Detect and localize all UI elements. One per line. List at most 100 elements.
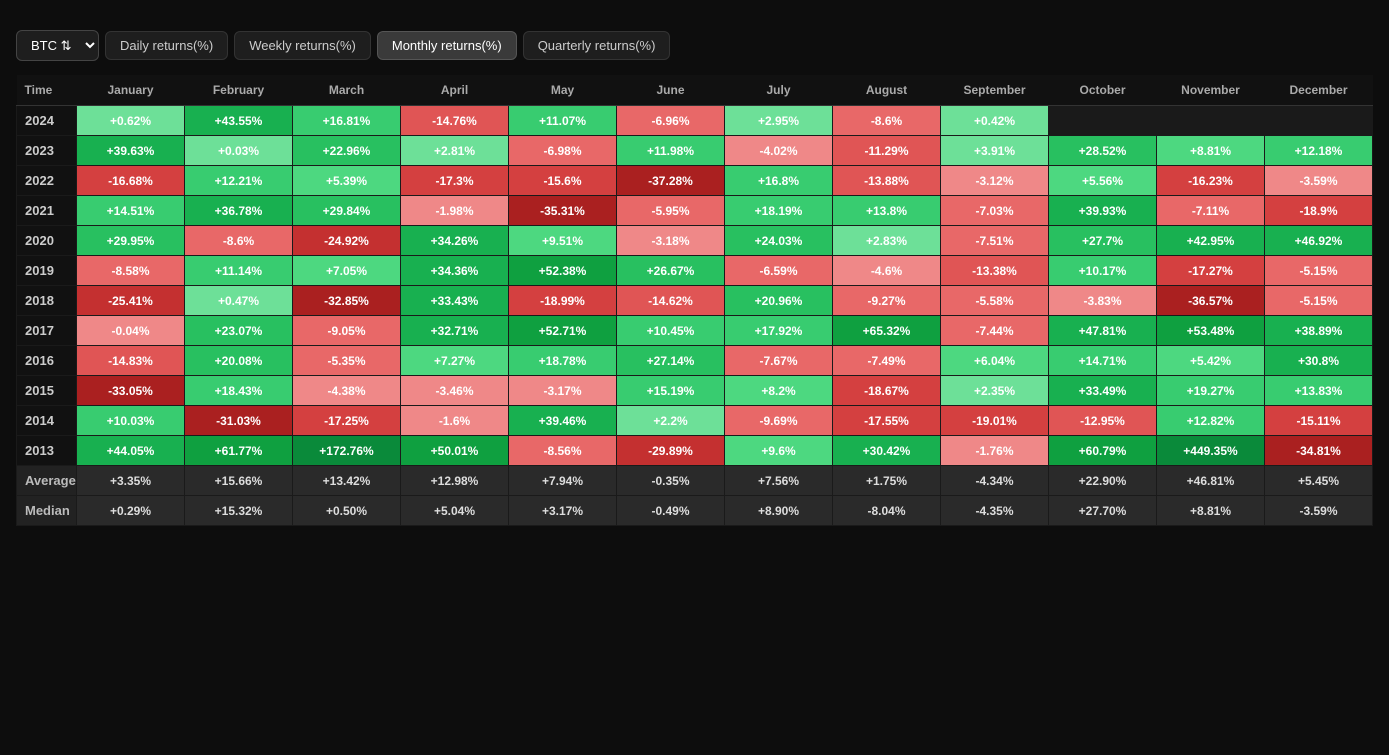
value-cell: -17.55% [833,406,941,436]
value-cell: -36.57% [1157,286,1265,316]
average-cell: +13.42% [293,466,401,496]
value-cell: +52.38% [509,256,617,286]
value-cell: +2.95% [725,106,833,136]
value-cell [1157,106,1265,136]
tab-quarterly[interactable]: Quarterly returns(%) [523,31,671,60]
tab-weekly[interactable]: Weekly returns(%) [234,31,371,60]
value-cell: -25.41% [77,286,185,316]
year-cell: 2014 [17,406,77,436]
value-cell: +172.76% [293,436,401,466]
table-row: 2019-8.58%+11.14%+7.05%+34.36%+52.38%+26… [17,256,1373,286]
value-cell: +10.03% [77,406,185,436]
value-cell: -3.46% [401,376,509,406]
value-cell: +19.27% [1157,376,1265,406]
value-cell: -3.12% [941,166,1049,196]
tab-monthly[interactable]: Monthly returns(%) [377,31,517,60]
value-cell: -14.62% [617,286,725,316]
table-row: 2021+14.51%+36.78%+29.84%-1.98%-35.31%-5… [17,196,1373,226]
value-cell: +17.92% [725,316,833,346]
value-cell: -13.88% [833,166,941,196]
median-cell: -8.04% [833,496,941,526]
median-cell: +0.50% [293,496,401,526]
value-cell: +2.2% [617,406,725,436]
year-cell: 2021 [17,196,77,226]
value-cell: +65.32% [833,316,941,346]
value-cell: -15.11% [1265,406,1373,436]
value-cell: +3.91% [941,136,1049,166]
value-cell: +33.49% [1049,376,1157,406]
value-cell: +10.17% [1049,256,1157,286]
value-cell: +13.8% [833,196,941,226]
value-cell: -18.67% [833,376,941,406]
value-cell: +20.08% [185,346,293,376]
value-cell: +11.07% [509,106,617,136]
value-cell: +6.04% [941,346,1049,376]
value-cell: +38.89% [1265,316,1373,346]
col-feb: February [185,75,293,106]
value-cell: +14.71% [1049,346,1157,376]
table-row: 2022-16.68%+12.21%+5.39%-17.3%-15.6%-37.… [17,166,1373,196]
value-cell: -9.05% [293,316,401,346]
value-cell: -5.95% [617,196,725,226]
average-cell: +5.45% [1265,466,1373,496]
median-cell: +0.29% [77,496,185,526]
average-cell: +46.81% [1157,466,1265,496]
value-cell: +12.18% [1265,136,1373,166]
year-cell: 2017 [17,316,77,346]
value-cell: -16.23% [1157,166,1265,196]
value-cell: +50.01% [401,436,509,466]
table-row: 2020+29.95%-8.6%-24.92%+34.26%+9.51%-3.1… [17,226,1373,256]
year-cell: 2019 [17,256,77,286]
value-cell: +5.42% [1157,346,1265,376]
value-cell: +11.98% [617,136,725,166]
asset-selector[interactable]: BTC ⇅ [16,30,99,61]
value-cell: -7.49% [833,346,941,376]
value-cell: +9.6% [725,436,833,466]
col-oct: October [1049,75,1157,106]
value-cell: +2.35% [941,376,1049,406]
average-cell: -4.34% [941,466,1049,496]
median-cell: +27.70% [1049,496,1157,526]
average-cell: +7.94% [509,466,617,496]
value-cell: +39.63% [77,136,185,166]
value-cell: -34.81% [1265,436,1373,466]
value-cell: +39.46% [509,406,617,436]
value-cell: +29.95% [77,226,185,256]
average-cell: -0.35% [617,466,725,496]
value-cell: +24.03% [725,226,833,256]
value-cell: +449.35% [1157,436,1265,466]
value-cell: +42.95% [1157,226,1265,256]
col-apr: April [401,75,509,106]
median-cell: -3.59% [1265,496,1373,526]
value-cell: +14.51% [77,196,185,226]
value-cell: +5.39% [293,166,401,196]
median-cell: +15.32% [185,496,293,526]
value-cell: +0.03% [185,136,293,166]
value-cell: +39.93% [1049,196,1157,226]
value-cell: +22.96% [293,136,401,166]
value-cell: +16.81% [293,106,401,136]
col-dec: December [1265,75,1373,106]
toolbar: BTC ⇅ Daily returns(%) Weekly returns(%)… [16,30,1373,61]
value-cell: -5.15% [1265,286,1373,316]
median-label: Median [17,496,77,526]
value-cell: +8.81% [1157,136,1265,166]
average-cell: +15.66% [185,466,293,496]
value-cell: -16.68% [77,166,185,196]
col-jan: January [77,75,185,106]
value-cell: -8.56% [509,436,617,466]
value-cell: -11.29% [833,136,941,166]
year-cell: 2020 [17,226,77,256]
tab-daily[interactable]: Daily returns(%) [105,31,228,60]
value-cell: +34.26% [401,226,509,256]
value-cell: -29.89% [617,436,725,466]
average-row: Average+3.35%+15.66%+13.42%+12.98%+7.94%… [17,466,1373,496]
median-row: Median+0.29%+15.32%+0.50%+5.04%+3.17%-0.… [17,496,1373,526]
value-cell: +0.42% [941,106,1049,136]
value-cell: -0.04% [77,316,185,346]
average-cell: +12.98% [401,466,509,496]
average-cell: +22.90% [1049,466,1157,496]
value-cell: +23.07% [185,316,293,346]
value-cell: +18.78% [509,346,617,376]
col-may: May [509,75,617,106]
